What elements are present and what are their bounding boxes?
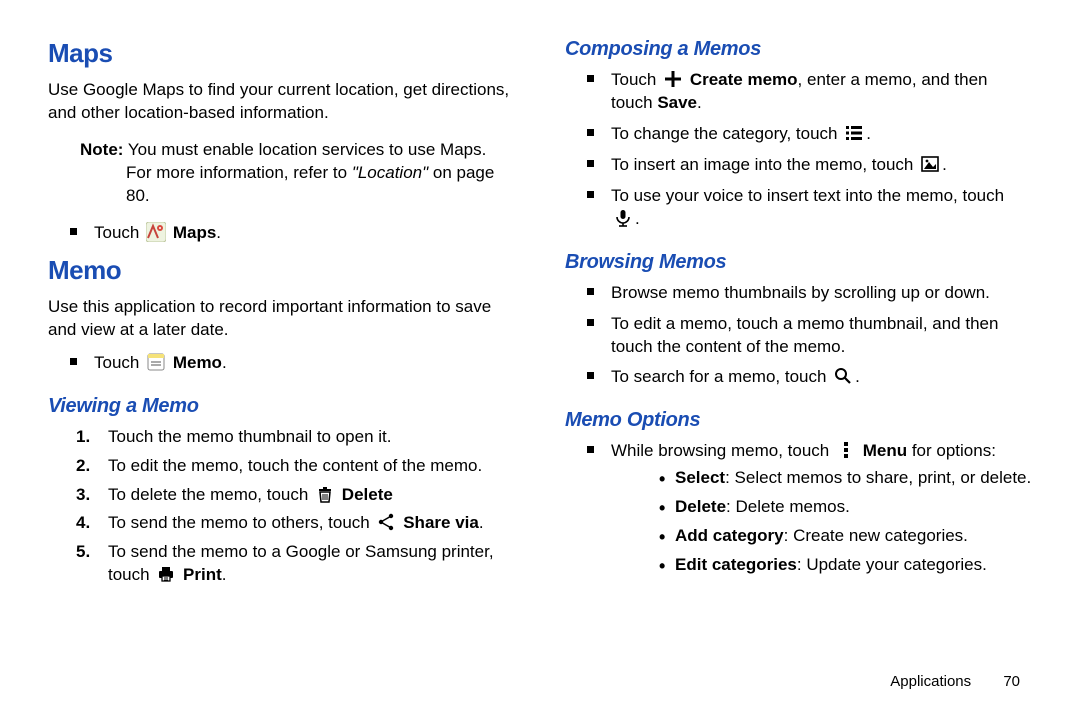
composing-heading: Composing a Memos <box>565 36 1032 63</box>
category-icon <box>844 123 864 143</box>
maps-heading: Maps <box>48 36 515 71</box>
options-heading: Memo Options <box>565 407 1032 434</box>
mic-icon <box>613 208 633 228</box>
browsing-item-2: To edit a memo, touch a memo thumbnail, … <box>565 313 1032 359</box>
option-add-category: Add category: Create new categories. <box>611 525 1032 548</box>
left-column: Maps Use Google Maps to find your curren… <box>48 30 515 700</box>
memo-icon <box>146 352 166 372</box>
page-footer: Applications 70 <box>890 672 1020 692</box>
option-delete: Delete: Delete memos. <box>611 496 1032 519</box>
memo-description: Use this application to record important… <box>48 296 515 342</box>
browsing-heading: Browsing Memos <box>565 249 1032 276</box>
footer-page-number: 70 <box>1003 673 1020 690</box>
viewing-memo-heading: Viewing a Memo <box>48 393 515 420</box>
composing-item-4: To use your voice to insert text into th… <box>565 185 1032 231</box>
maps-description: Use Google Maps to find your current loc… <box>48 79 515 125</box>
viewing-step-3: To delete the memo, touch Delete <box>48 484 515 507</box>
browsing-item-1: Browse memo thumbnails by scrolling up o… <box>565 282 1032 305</box>
menu-icon <box>836 440 856 460</box>
print-icon <box>156 564 176 584</box>
search-icon <box>833 366 853 386</box>
composing-item-3: To insert an image into the memo, touch … <box>565 154 1032 177</box>
memo-heading: Memo <box>48 253 515 288</box>
share-icon <box>376 512 396 532</box>
memo-touch-item: Touch Memo. <box>48 352 515 375</box>
option-edit-categories: Edit categories: Update your categories. <box>611 554 1032 577</box>
maps-touch-item: Touch Maps. <box>48 222 515 245</box>
viewing-step-2: To edit the memo, touch the content of t… <box>48 455 515 478</box>
composing-item-2: To change the category, touch . <box>565 123 1032 146</box>
delete-icon <box>315 484 335 504</box>
right-column: Composing a Memos Touch Create memo, ent… <box>565 30 1032 700</box>
footer-chapter: Applications <box>890 673 971 690</box>
plus-icon <box>663 69 683 89</box>
maps-icon <box>146 222 166 242</box>
maps-note: Note: You must enable location services … <box>80 139 515 208</box>
image-icon <box>920 154 940 174</box>
viewing-step-4: To send the memo to others, touch Share … <box>48 512 515 535</box>
viewing-step-1: Touch the memo thumbnail to open it. <box>48 426 515 449</box>
viewing-step-5: To send the memo to a Google or Samsung … <box>48 541 515 587</box>
composing-item-1: Touch Create memo, enter a memo, and the… <box>565 69 1032 115</box>
option-select: Select: Select memos to share, print, or… <box>611 467 1032 490</box>
browsing-item-3: To search for a memo, touch . <box>565 366 1032 389</box>
options-item-1: While browsing memo, touch Menu for opti… <box>565 440 1032 577</box>
